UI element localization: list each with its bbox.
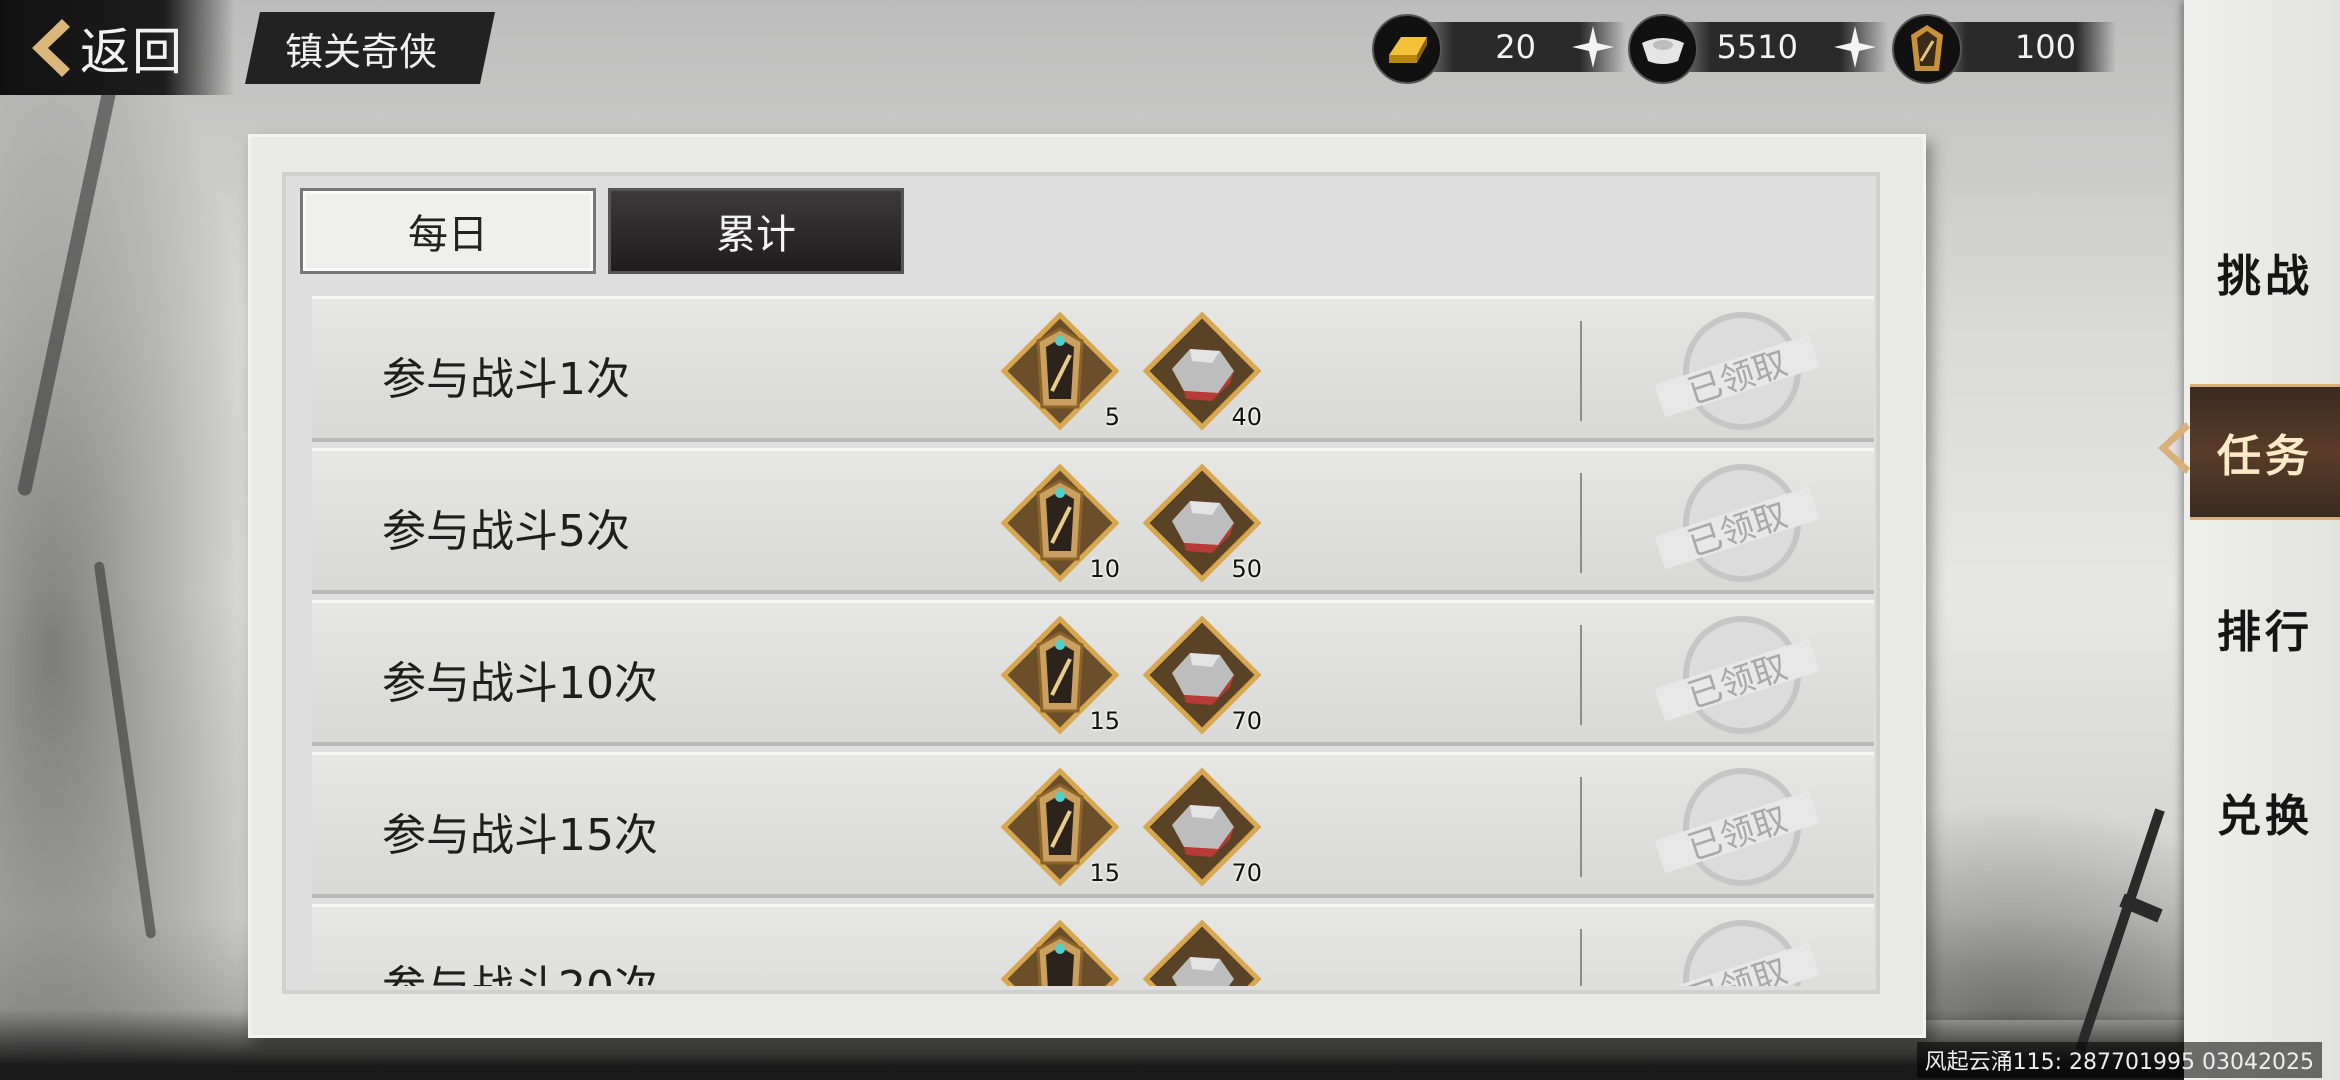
task-title: 参与战斗15次 [382,810,658,861]
reward-count: 70 [1231,859,1262,887]
silver-amount: 5510 [1716,28,1798,66]
task-row: 参与战斗20次 已领取 [312,904,1874,986]
token-icon [1000,919,1120,986]
row-divider [1580,777,1582,877]
reward-ore[interactable]: 50 [1142,463,1262,583]
token-currency: 100 [1892,14,2116,84]
claimed-stamp-icon: 已领取 [1654,768,1820,886]
gold-amount: 20 [1495,28,1536,66]
nav-exchange[interactable]: 兑换 [2190,752,2340,872]
task-row: 参与战斗10次 15 70 已领取 [312,600,1874,746]
reward-count: 15 [1089,859,1120,887]
reward-count: 40 [1231,403,1262,431]
tab-daily[interactable]: 每日 [300,188,596,274]
nav-tasks[interactable]: 任务 [2190,384,2340,520]
gold-ingot-icon [1372,14,1442,84]
nav-challenge[interactable]: 挑战 [2190,212,2340,332]
side-nav [2184,0,2340,1080]
row-divider [1580,929,1582,986]
task-title: 参与战斗1次 [382,354,630,405]
page-title: 镇关奇侠 [245,12,495,84]
token-icon [1000,311,1120,431]
claimed-stamp-icon: 已领取 [1654,920,1820,986]
reward-count: 10 [1089,555,1120,583]
add-silver-icon[interactable] [1830,22,1880,72]
ore-stone-icon [1142,919,1262,986]
reward-token[interactable] [1000,919,1120,986]
back-button[interactable]: 返回 [0,0,235,95]
reward-token[interactable]: 5 [1000,311,1120,431]
task-row: 参与战斗1次 5 40 已领取 [312,296,1874,442]
task-list[interactable]: 参与战斗1次 5 40 已领取 参与战斗5次 10 50 已领取 参与战斗10次… [312,296,1874,986]
nav-ranking[interactable]: 排行 [2190,568,2340,688]
reward-count: 15 [1089,707,1120,735]
silver-currency: 5510 [1628,14,1888,84]
tab-accumulated[interactable]: 累计 [608,188,904,274]
watermark: 风起云涌115: 287701995 03042025 [1916,1042,2322,1078]
reward-ore[interactable]: 70 [1142,767,1262,887]
reward-count: 5 [1104,403,1120,431]
task-title: 参与战斗10次 [382,658,658,709]
gold-currency: 20 [1372,14,1626,84]
task-row: 参与战斗5次 10 50 已领取 [312,448,1874,594]
ink-background-left [0,0,260,1080]
reward-count: 70 [1231,707,1262,735]
token-icon [1892,14,1962,84]
reward-token[interactable]: 10 [1000,463,1120,583]
row-divider [1580,625,1582,725]
reward-ore[interactable]: 40 [1142,311,1262,431]
reward-ore[interactable]: 70 [1142,615,1262,735]
claimed-stamp-icon: 已领取 [1654,464,1820,582]
row-divider [1580,473,1582,573]
reward-token[interactable]: 15 [1000,615,1120,735]
claimed-stamp-icon: 已领取 [1654,312,1820,430]
reward-ore[interactable] [1142,919,1262,986]
back-label: 返回 [80,22,184,81]
task-row: 参与战斗15次 15 70 已领取 [312,752,1874,898]
reward-token[interactable]: 15 [1000,767,1120,887]
sword-decoration-icon [2075,808,2165,1052]
token-amount: 100 [2014,28,2076,66]
add-gold-icon[interactable] [1568,22,1618,72]
back-chevron-icon [32,18,70,77]
active-indicator-icon [2158,422,2190,474]
row-divider [1580,321,1582,421]
reward-count: 50 [1231,555,1262,583]
claimed-stamp-icon: 已领取 [1654,616,1820,734]
silver-ingot-icon [1628,14,1698,84]
task-title: 参与战斗20次 [382,951,658,986]
task-title: 参与战斗5次 [382,506,630,557]
